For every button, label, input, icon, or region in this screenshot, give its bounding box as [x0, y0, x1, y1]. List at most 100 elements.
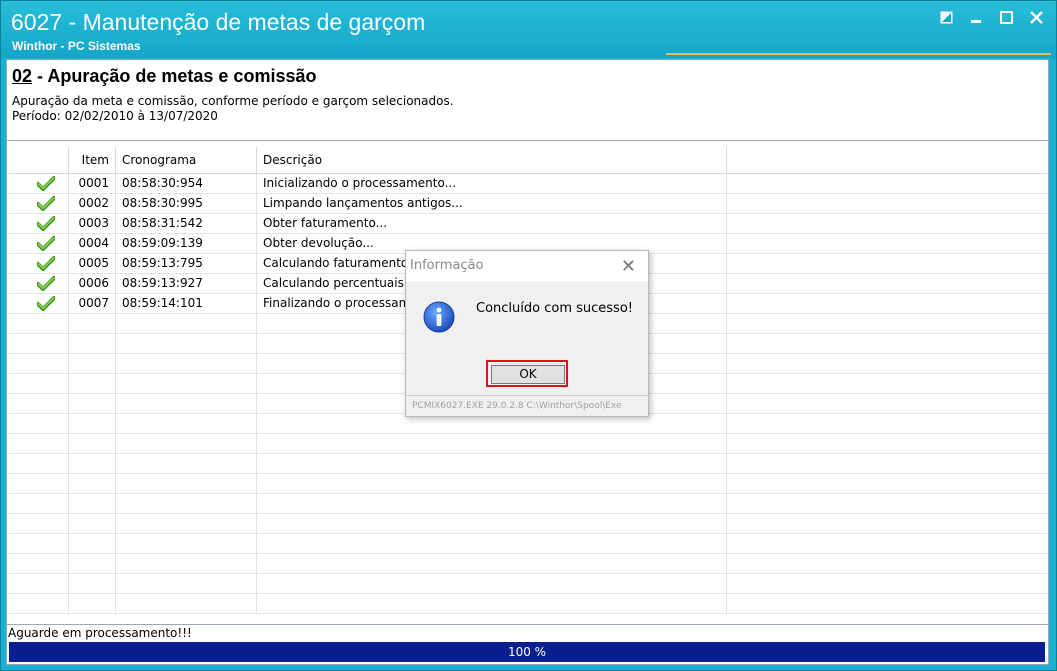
row-empty-cell [727, 254, 1047, 273]
row-item-cell [69, 574, 116, 593]
row-status-cell [9, 594, 69, 613]
close-icon[interactable] [1028, 9, 1044, 25]
row-descricao-cell [257, 514, 727, 533]
row-status-cell [9, 494, 69, 513]
row-status-cell [9, 514, 69, 533]
row-empty-cell [727, 394, 1047, 413]
column-header-empty [727, 147, 1047, 173]
dialog-title: Informação [410, 258, 484, 273]
row-item-cell [69, 354, 116, 373]
row-cronograma-cell [116, 394, 257, 413]
table-row[interactable] [9, 494, 1047, 514]
minimize-icon[interactable] [968, 9, 984, 25]
table-row[interactable] [9, 554, 1047, 574]
row-cronograma-cell [116, 354, 257, 373]
row-item-cell: 0004 [69, 234, 116, 253]
row-empty-cell [727, 354, 1047, 373]
row-descricao-cell: Obter faturamento... [257, 214, 727, 233]
row-cronograma-cell: 08:59:13:927 [116, 274, 257, 293]
row-empty-cell [727, 534, 1047, 553]
dialog-close-icon[interactable]: ✕ [621, 256, 636, 277]
row-item-cell [69, 314, 116, 333]
dialog-title-bar[interactable]: Informação ✕ [406, 251, 648, 281]
row-item-cell: 0001 [69, 174, 116, 193]
dialog-footer: PCMIX6027.EXE 29.0.2.8 C:\Winthor\Spool\… [406, 395, 648, 416]
row-cronograma-cell [116, 374, 257, 393]
period-label: Período: 02/02/2010 à 13/07/2020 [12, 109, 218, 123]
row-empty-cell [727, 214, 1047, 233]
column-header-descricao[interactable]: Descrição [257, 147, 727, 173]
row-item-cell: 0003 [69, 214, 116, 233]
table-row[interactable]: 0003 08:58:31:542 Obter faturamento... [9, 214, 1047, 234]
row-item-cell: 0007 [69, 294, 116, 313]
table-row[interactable] [9, 474, 1047, 494]
row-status-cell [9, 474, 69, 493]
row-status-cell [9, 194, 69, 213]
table-row[interactable] [9, 454, 1047, 474]
table-row[interactable] [9, 414, 1047, 434]
info-dialog: Informação ✕ Concluído com sucesso! OK P… [405, 250, 649, 417]
row-item-cell [69, 374, 116, 393]
row-item-cell [69, 554, 116, 573]
row-status-cell [9, 454, 69, 473]
progress-label: 100 % [507, 645, 547, 659]
ok-button[interactable]: OK [491, 365, 565, 384]
row-empty-cell [727, 174, 1047, 193]
table-row[interactable] [9, 594, 1047, 614]
row-descricao-cell [257, 574, 727, 593]
row-status-cell [9, 554, 69, 573]
row-empty-cell [727, 274, 1047, 293]
title-bar[interactable]: 6027 - Manutenção de metas de garçom Win… [1, 1, 1056, 58]
row-item-cell [69, 534, 116, 553]
row-status-cell [9, 234, 69, 253]
table-row[interactable]: 0001 08:58:30:954 Inicializando o processa… [9, 174, 1047, 194]
row-empty-cell [727, 554, 1047, 573]
row-empty-cell [727, 514, 1047, 533]
table-row[interactable] [9, 534, 1047, 554]
maximize-icon[interactable] [998, 9, 1014, 25]
row-status-cell [9, 174, 69, 193]
row-cronograma-cell [116, 434, 257, 453]
row-status-cell [9, 354, 69, 373]
row-item-cell [69, 594, 116, 613]
row-item-cell [69, 514, 116, 533]
row-item-cell: 0002 [69, 194, 116, 213]
row-descricao-cell [257, 434, 727, 453]
column-header-item[interactable]: Item [69, 147, 116, 173]
row-status-cell [9, 434, 69, 453]
table-row[interactable]: 0002 08:58:30:995 Limpando lançamentos ant… [9, 194, 1047, 214]
column-header-status[interactable] [9, 147, 69, 173]
table-row[interactable] [9, 434, 1047, 454]
row-empty-cell [727, 454, 1047, 473]
restore-icon[interactable] [938, 9, 954, 25]
table-row[interactable] [9, 574, 1047, 594]
row-empty-cell [727, 414, 1047, 433]
row-cronograma-cell: 08:58:31:542 [116, 214, 257, 233]
grid-header: Item Cronograma Descrição [9, 147, 1047, 174]
row-descricao-cell [257, 494, 727, 513]
row-status-cell [9, 314, 69, 333]
table-row[interactable] [9, 514, 1047, 534]
window-subtitle: Winthor - PC Sistemas [12, 39, 141, 53]
ok-button-highlight: OK [486, 360, 568, 387]
row-item-cell: 0005 [69, 254, 116, 273]
row-cronograma-cell [116, 514, 257, 533]
row-descricao-cell: Inicializando o processamento... [257, 174, 727, 193]
row-status-cell [9, 274, 69, 293]
row-empty-cell [727, 334, 1047, 353]
row-cronograma-cell: 08:58:30:995 [116, 194, 257, 213]
row-cronograma-cell [116, 334, 257, 353]
title-accent-line [666, 53, 1051, 55]
row-item-cell [69, 494, 116, 513]
row-empty-cell [727, 594, 1047, 613]
row-cronograma-cell: 08:59:13:795 [116, 254, 257, 273]
row-empty-cell [727, 294, 1047, 313]
check-icon [36, 296, 56, 311]
row-status-cell [9, 254, 69, 273]
row-descricao-cell: Limpando lançamentos antigos... [257, 194, 727, 213]
check-icon [36, 236, 56, 251]
check-icon [36, 256, 56, 271]
column-header-cronograma[interactable]: Cronograma [116, 147, 257, 173]
step-title: 02 - Apuração de metas e comissão [12, 66, 316, 87]
row-cronograma-cell [116, 474, 257, 493]
